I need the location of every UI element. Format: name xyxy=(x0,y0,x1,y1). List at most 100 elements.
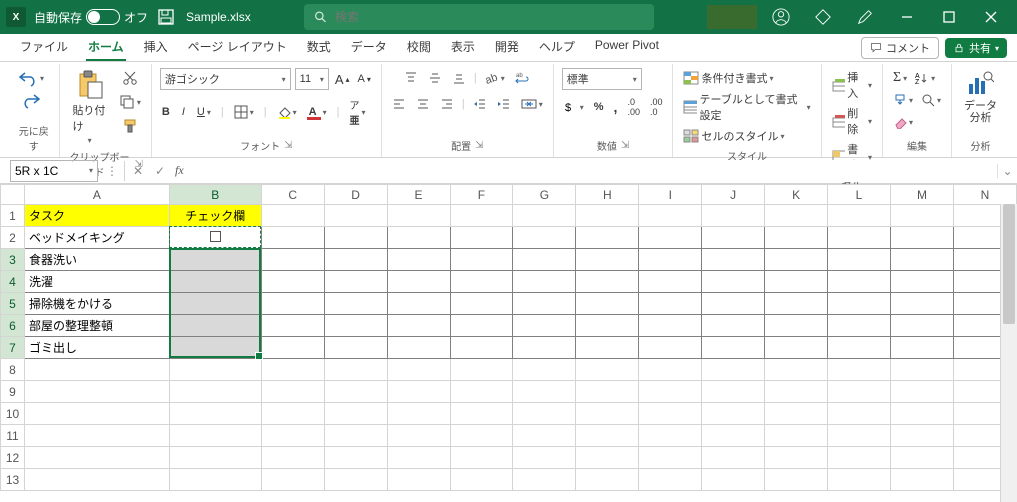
cell-E4[interactable] xyxy=(387,271,450,293)
cell-B2[interactable] xyxy=(169,227,261,249)
cell-M9[interactable] xyxy=(890,381,953,403)
comma-button[interactable]: , xyxy=(612,97,620,117)
cell-J3[interactable] xyxy=(702,249,765,271)
cell-L11[interactable] xyxy=(828,425,891,447)
cell-G6[interactable] xyxy=(513,315,576,337)
cell-D7[interactable] xyxy=(324,337,387,359)
cell-I9[interactable] xyxy=(639,381,702,403)
cut-button[interactable] xyxy=(120,68,140,88)
cell-A7[interactable]: ゴミ出し xyxy=(24,337,169,359)
cell-H9[interactable] xyxy=(576,381,639,403)
cell-J6[interactable] xyxy=(702,315,765,337)
cell-J4[interactable] xyxy=(702,271,765,293)
document-title[interactable]: Sample.xlsx xyxy=(186,10,251,24)
tab-数式[interactable]: 数式 xyxy=(297,34,341,61)
cell-C5[interactable] xyxy=(261,293,324,315)
cell-L7[interactable] xyxy=(828,337,891,359)
vertical-scrollbar[interactable] xyxy=(1000,204,1017,502)
cell-C2[interactable] xyxy=(261,227,324,249)
cell-F4[interactable] xyxy=(450,271,513,293)
cell-A5[interactable]: 掃除機をかける xyxy=(24,293,169,315)
cell-L1[interactable] xyxy=(828,205,891,227)
cell-K9[interactable] xyxy=(765,381,828,403)
cell-J11[interactable] xyxy=(702,425,765,447)
decrease-indent-button[interactable] xyxy=(471,94,489,114)
font-color-button[interactable]: A▾ xyxy=(307,102,329,122)
tab-Power Pivot[interactable]: Power Pivot xyxy=(585,34,669,61)
user-avatar-icon[interactable] xyxy=(761,0,801,34)
row-header-12[interactable]: 12 xyxy=(1,447,25,469)
cell-H6[interactable] xyxy=(576,315,639,337)
font-name-select[interactable]: 游ゴシック▾ xyxy=(160,68,291,90)
cell-B8[interactable] xyxy=(169,359,261,381)
cell-G1[interactable] xyxy=(513,205,576,227)
paste-button[interactable]: 貼り付け ▾ xyxy=(68,68,110,147)
tab-ページ レイアウト[interactable]: ページ レイアウト xyxy=(178,34,297,61)
analyze-data-button[interactable]: データ 分析 xyxy=(960,68,1001,126)
cell-J9[interactable] xyxy=(702,381,765,403)
tab-校閲[interactable]: 校閲 xyxy=(397,34,441,61)
diamond-icon[interactable] xyxy=(803,0,843,34)
cell-L6[interactable] xyxy=(828,315,891,337)
cell-H4[interactable] xyxy=(576,271,639,293)
tab-ヘルプ[interactable]: ヘルプ xyxy=(529,34,585,61)
cell-C12[interactable] xyxy=(261,447,324,469)
column-header-D[interactable]: D xyxy=(324,185,387,205)
scrollbar-thumb[interactable] xyxy=(1003,204,1015,324)
namebox-resize-icon[interactable]: ⋮ xyxy=(102,164,122,178)
pen-icon[interactable] xyxy=(845,0,885,34)
cell-K11[interactable] xyxy=(765,425,828,447)
cell-M10[interactable] xyxy=(890,403,953,425)
wrap-text-button[interactable]: ab xyxy=(513,68,533,88)
cell-A4[interactable]: 洗濯 xyxy=(24,271,169,293)
cell-K13[interactable] xyxy=(765,469,828,491)
cell-H12[interactable] xyxy=(576,447,639,469)
cell-L13[interactable] xyxy=(828,469,891,491)
cell-K6[interactable] xyxy=(765,315,828,337)
delete-cells-button[interactable]: 削除▾ xyxy=(830,104,874,138)
align-right-button[interactable] xyxy=(438,94,456,114)
cell-I2[interactable] xyxy=(639,227,702,249)
cell-G12[interactable] xyxy=(513,447,576,469)
cell-I11[interactable] xyxy=(639,425,702,447)
cell-C3[interactable] xyxy=(261,249,324,271)
cell-C13[interactable] xyxy=(261,469,324,491)
dialog-launcher-icon[interactable]: ⇲ xyxy=(475,140,483,151)
cell-F1[interactable] xyxy=(450,205,513,227)
cell-J5[interactable] xyxy=(702,293,765,315)
cell-C1[interactable] xyxy=(261,205,324,227)
cell-E3[interactable] xyxy=(387,249,450,271)
row-header-7[interactable]: 7 xyxy=(1,337,25,359)
cell-styles-button[interactable]: セルのスタイル▾ xyxy=(681,126,786,146)
row-header-5[interactable]: 5 xyxy=(1,293,25,315)
tab-開発[interactable]: 開発 xyxy=(485,34,529,61)
cell-F5[interactable] xyxy=(450,293,513,315)
cell-D2[interactable] xyxy=(324,227,387,249)
cell-L4[interactable] xyxy=(828,271,891,293)
cell-A9[interactable] xyxy=(24,381,169,403)
cell-D10[interactable] xyxy=(324,403,387,425)
minimize-button[interactable] xyxy=(887,0,927,34)
copy-button[interactable]: ▾ xyxy=(117,92,143,112)
cell-D4[interactable] xyxy=(324,271,387,293)
tab-データ[interactable]: データ xyxy=(341,34,397,61)
cell-C6[interactable] xyxy=(261,315,324,337)
cell-M12[interactable] xyxy=(890,447,953,469)
find-select-button[interactable]: ▾ xyxy=(919,90,943,110)
expand-formula-bar-button[interactable]: ⌄ xyxy=(997,164,1017,178)
tab-ファイル[interactable]: ファイル xyxy=(10,34,78,61)
cell-E7[interactable] xyxy=(387,337,450,359)
cell-I4[interactable] xyxy=(639,271,702,293)
cell-H8[interactable] xyxy=(576,359,639,381)
cell-L12[interactable] xyxy=(828,447,891,469)
format-as-table-button[interactable]: テーブルとして書式設定▾ xyxy=(681,90,812,124)
toggle-switch-icon[interactable] xyxy=(86,9,120,25)
close-button[interactable] xyxy=(971,0,1011,34)
align-center-button[interactable] xyxy=(414,94,432,114)
enter-formula-button[interactable]: ✓ xyxy=(149,164,171,178)
cell-B9[interactable] xyxy=(169,381,261,403)
row-header-3[interactable]: 3 xyxy=(1,249,25,271)
number-format-select[interactable]: 標準▾ xyxy=(562,68,642,90)
merge-button[interactable]: ▾ xyxy=(519,94,545,114)
cell-F6[interactable] xyxy=(450,315,513,337)
